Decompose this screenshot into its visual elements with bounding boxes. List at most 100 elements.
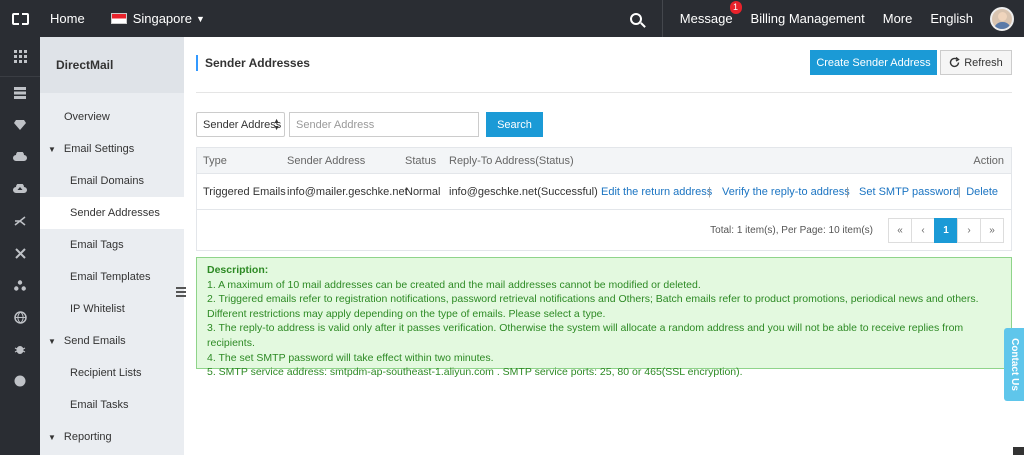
gem-icon[interactable]	[0, 109, 40, 141]
column-header-sender-address: Sender Address	[287, 154, 366, 167]
sidebar-item-label: Sender Addresses	[70, 207, 160, 219]
select-value: Sender Address	[203, 118, 282, 131]
last-page-button[interactable]: »	[980, 218, 1004, 243]
sidebar-item-ip-whitelist[interactable]: IP Whitelist	[40, 293, 184, 325]
sidebar-item-label: Send Emails	[63, 335, 126, 347]
column-header-reply-to: Reply-To Address(Status)	[449, 154, 574, 167]
description-line: 2. Triggered emails refer to registratio…	[207, 293, 979, 320]
search-field-select[interactable]: Sender Address ▲ ▼	[196, 112, 285, 137]
sidebar-group-email-settings[interactable]: ▼ Email Settings	[40, 133, 184, 165]
sidebar: DirectMail Overview ▼ Email Settings Emai…	[40, 37, 184, 455]
sidebar-item-label: IP Whitelist	[70, 303, 125, 315]
language-selector[interactable]: English	[921, 11, 982, 26]
nav-home-link[interactable]: Home	[50, 11, 85, 26]
sidebar-item-email-tags[interactable]: Email Tags	[40, 229, 184, 261]
cell-reply-to: info@geschke.net(Successful)	[449, 185, 598, 198]
sidebar-item-label: Email Settings	[63, 143, 135, 155]
refresh-icon	[950, 57, 960, 68]
sidebar-item-overview[interactable]: Overview	[40, 101, 184, 133]
server-icon[interactable]	[0, 77, 40, 109]
divider: |	[958, 185, 961, 198]
search-input[interactable]	[289, 112, 479, 137]
page-title: Sender Addresses	[196, 55, 310, 71]
cell-status: Normal	[405, 185, 441, 198]
logo[interactable]	[0, 0, 40, 37]
delete-link[interactable]: Delete	[966, 186, 998, 198]
description-line: 3. The reply-to address is valid only af…	[207, 322, 964, 349]
divider	[661, 0, 663, 37]
pagination-total: Total: 1 item(s), Per Page: 10 item(s)	[710, 225, 873, 236]
search-button[interactable]: Search	[486, 112, 543, 137]
bug-icon[interactable]	[0, 333, 40, 365]
sidebar-item-label: Recipient Lists	[70, 367, 142, 379]
verify-reply-to-link[interactable]: Verify the reply-to address	[722, 186, 850, 198]
sidebar-item-sender-addresses[interactable]: Sender Addresses	[40, 197, 184, 229]
next-page-button[interactable]: ›	[957, 218, 981, 243]
product-icon-rail	[0, 37, 40, 455]
globe-icon[interactable]	[0, 301, 40, 333]
sender-address-table: Type Sender Address Status Reply-To Addr…	[196, 147, 1012, 251]
avatar[interactable]	[990, 6, 1014, 31]
more-menu[interactable]: More	[874, 11, 922, 26]
column-header-type: Type	[203, 154, 227, 167]
sidebar-item-label: Email Tasks	[70, 399, 129, 411]
first-page-button[interactable]: «	[888, 218, 912, 243]
message-label: Message	[679, 11, 733, 26]
cross-icon[interactable]	[0, 237, 40, 269]
divider: |	[846, 185, 849, 198]
contact-us-label: Contact Us	[1008, 338, 1020, 391]
triangle-down-icon: ▼	[48, 336, 56, 346]
sidebar-item-label: Email Tags	[70, 239, 124, 251]
brand-logo-icon	[11, 12, 29, 25]
page-1-button[interactable]: 1	[934, 218, 958, 243]
sidebar-item-email-templates[interactable]: Email Templates	[40, 261, 184, 293]
sidebar-title: DirectMail	[40, 37, 184, 93]
sidebar-item-label: Email Domains	[70, 175, 144, 187]
create-sender-address-button[interactable]: Create Sender Address	[810, 50, 937, 75]
circle-icon[interactable]	[0, 365, 40, 397]
sidebar-item-label: Overview	[64, 111, 110, 123]
column-header-action: Action	[973, 154, 1004, 167]
table-header: Type Sender Address Status Reply-To Addr…	[197, 148, 1011, 174]
search-icon[interactable]	[629, 12, 642, 25]
cell-sender-address: info@mailer.geschke.net	[287, 185, 408, 198]
edit-return-address-link[interactable]: Edit the return address	[601, 186, 712, 198]
grid-icon[interactable]	[0, 37, 40, 77]
sidebar-item-email-tasks[interactable]: Email Tasks	[40, 389, 184, 421]
description-panel: Description: 1. A maximum of 10 mail add…	[196, 257, 1012, 378]
message-link[interactable]: Message 1	[671, 1, 742, 26]
singapore-flag-icon	[110, 13, 127, 24]
sidebar-collapse-icon[interactable]	[176, 287, 186, 297]
billing-management-link[interactable]: Billing Management	[742, 11, 874, 26]
region-label: Singapore	[132, 11, 192, 26]
cloud-upload-icon[interactable]	[0, 173, 40, 205]
refresh-label: Refresh	[964, 56, 1003, 69]
sidebar-item-recipient-lists[interactable]: Recipient Lists	[40, 357, 184, 389]
region-selector[interactable]: Singapore ▼	[110, 11, 205, 26]
sidebar-group-send-emails[interactable]: ▼ Send Emails	[40, 325, 184, 357]
table-row: Triggered Emails info@mailer.geschke.net…	[197, 174, 1011, 210]
table-footer: Total: 1 item(s), Per Page: 10 item(s) «…	[197, 210, 1011, 250]
set-smtp-password-link[interactable]: Set SMTP password	[859, 186, 959, 198]
divider	[196, 92, 1012, 93]
column-header-status: Status	[405, 154, 437, 167]
description-title: Description:	[207, 264, 269, 276]
divider: |	[708, 185, 711, 198]
top-navbar: Home Singapore ▼ Message 1 Billing Manag…	[0, 0, 1024, 37]
sidebar-group-reporting[interactable]: ▼ Reporting	[40, 421, 184, 453]
description-line: 1. A maximum of 10 mail addresses can be…	[207, 278, 701, 291]
refresh-button[interactable]: Refresh	[940, 50, 1012, 75]
cluster-icon[interactable]	[0, 269, 40, 301]
message-count-badge: 1	[729, 1, 742, 14]
cell-type: Triggered Emails	[203, 185, 286, 198]
network-icon[interactable]	[0, 205, 40, 237]
cloud-icon[interactable]	[0, 141, 40, 173]
prev-page-button[interactable]: ‹	[911, 218, 935, 243]
sidebar-item-email-domains[interactable]: Email Domains	[40, 165, 184, 197]
description-line: 4. The set SMTP password will take effec…	[207, 351, 494, 364]
contact-us-tab[interactable]: Contact Us	[1004, 328, 1024, 401]
triangle-down-icon: ▼	[48, 144, 56, 154]
sidebar-item-label: Email Templates	[70, 271, 151, 283]
triangle-down-icon: ▼	[48, 432, 56, 442]
feedback-icon[interactable]	[1013, 447, 1024, 455]
